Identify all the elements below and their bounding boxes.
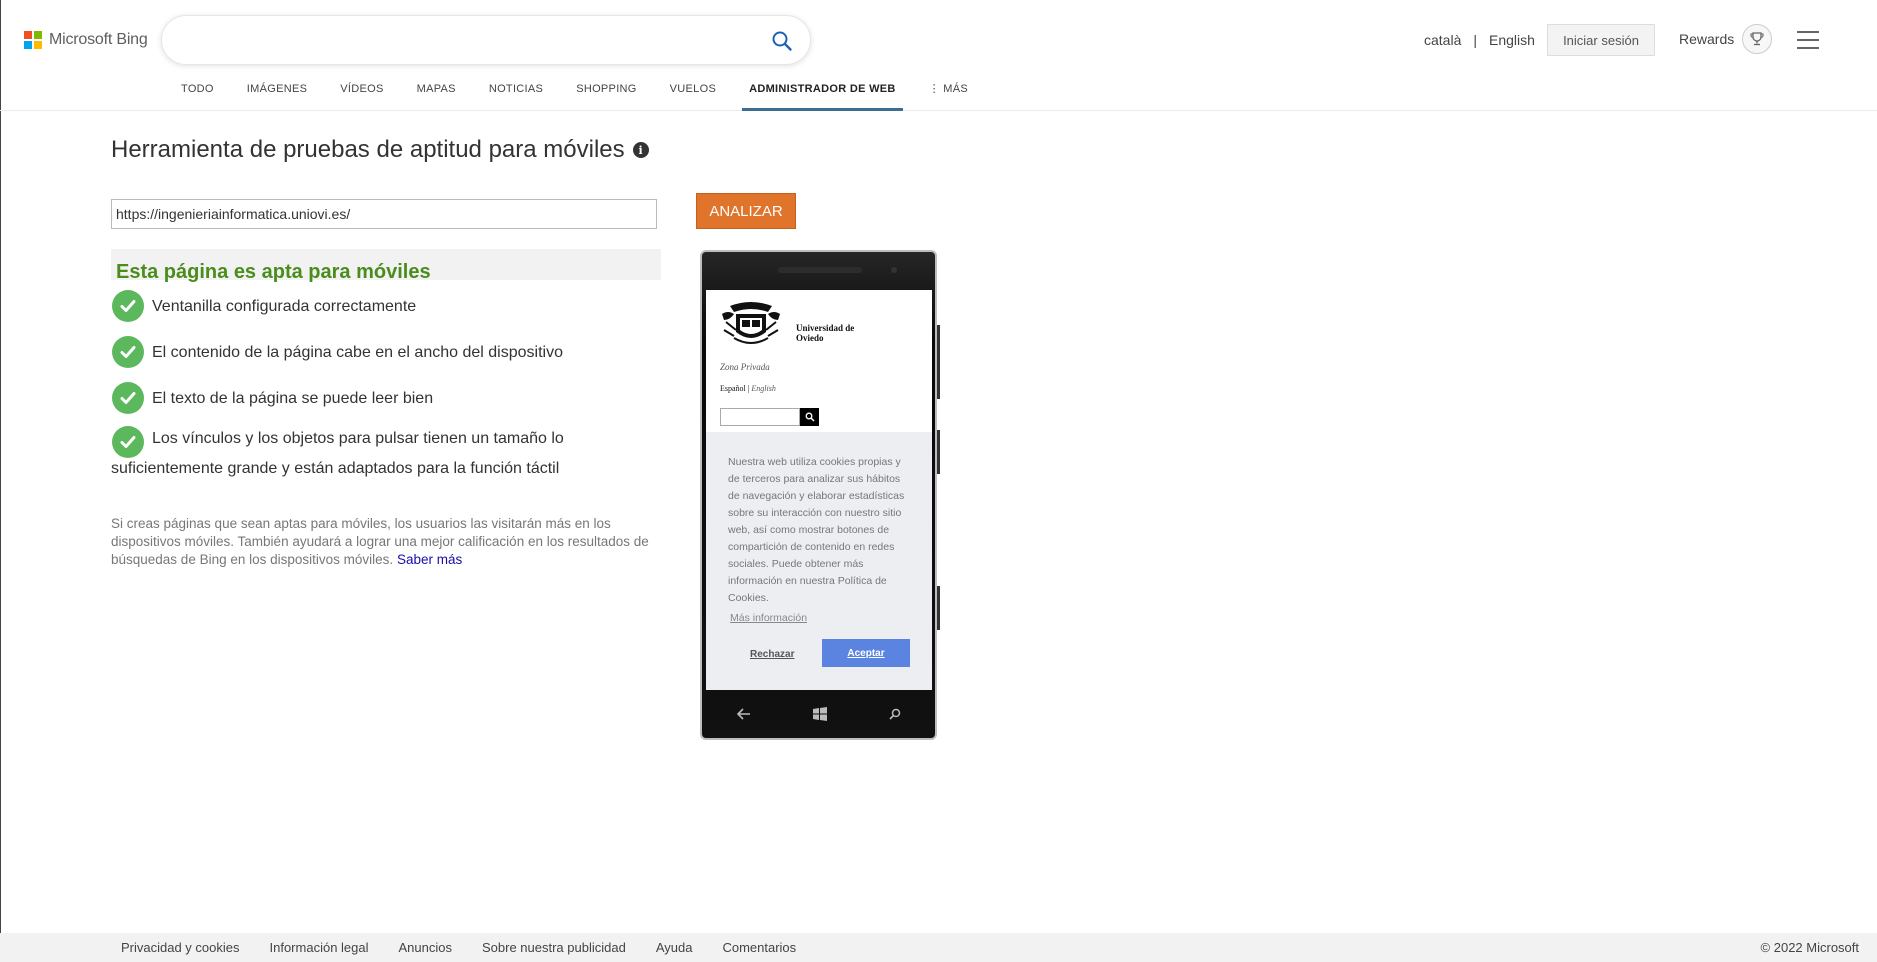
check-text: Los vínculos y los objetos para pulsar t… bbox=[111, 430, 564, 477]
footer-link-ads[interactable]: Anuncios bbox=[399, 940, 452, 955]
footer-link-privacy[interactable]: Privacidad y cookies bbox=[121, 940, 240, 955]
cookie-accept-button: Aceptar bbox=[822, 639, 910, 667]
footer-link-legal[interactable]: Información legal bbox=[270, 940, 369, 955]
phone-nav-bar bbox=[706, 692, 932, 736]
hamburger-menu-icon[interactable] bbox=[1797, 31, 1819, 49]
checkmark-icon bbox=[112, 382, 144, 414]
check-item: El texto de la página se puede leer bien bbox=[111, 382, 661, 414]
search-input[interactable] bbox=[182, 28, 742, 54]
bing-header: Microsoft Bing català | English Iniciar … bbox=[0, 0, 1877, 111]
search-scope-nav: TODO IMÁGENES VÍDEOS MAPAS NOTICIAS SHOP… bbox=[174, 82, 994, 111]
checkmark-icon bbox=[112, 426, 144, 458]
check-text: El texto de la página se puede leer bien bbox=[152, 390, 434, 407]
search-icon[interactable] bbox=[770, 29, 794, 53]
phone-screen: Universidad de Oviedo Zona Privada Españ… bbox=[706, 290, 932, 690]
phone-preview: Universidad de Oviedo Zona Privada Españ… bbox=[700, 250, 937, 740]
nav-tab-vuelos[interactable]: VUELOS bbox=[663, 82, 723, 111]
url-input[interactable] bbox=[111, 199, 657, 229]
phone-camera bbox=[891, 267, 897, 273]
bing-logo[interactable]: Microsoft Bing bbox=[24, 31, 148, 49]
footer-link-feedback[interactable]: Comentarios bbox=[722, 940, 796, 955]
university-crest-icon bbox=[722, 302, 780, 344]
page-title: Herramienta de pruebas de aptitud para m… bbox=[111, 136, 649, 164]
checkmark-icon bbox=[112, 290, 144, 322]
phone-speaker bbox=[778, 267, 862, 273]
search-box bbox=[161, 15, 811, 65]
lang-catalan-link[interactable]: català bbox=[1424, 32, 1461, 48]
phone-search-icon bbox=[889, 708, 901, 720]
nav-tab-more[interactable]: ⋮ MÁS bbox=[922, 82, 975, 111]
page-footer: Privacidad y cookies Información legal A… bbox=[0, 933, 1877, 962]
nav-tab-todo[interactable]: TODO bbox=[174, 82, 221, 111]
copyright: © 2022 Microsoft bbox=[1760, 940, 1859, 955]
mobile-friendly-note: Si creas páginas que sean aptas para móv… bbox=[111, 515, 661, 569]
lang-english-link[interactable]: English bbox=[1489, 32, 1535, 48]
nav-tab-noticias[interactable]: NOTICIAS bbox=[482, 82, 550, 111]
footer-links: Privacidad y cookies Información legal A… bbox=[121, 940, 796, 955]
preview-languages: Español | English bbox=[720, 384, 776, 393]
phone-side-button bbox=[937, 325, 940, 399]
check-item: Los vínculos y los objetos para pulsar t… bbox=[111, 426, 661, 480]
check-text: El contenido de la página cabe en el anc… bbox=[152, 344, 563, 361]
info-icon[interactable]: i bbox=[632, 142, 649, 158]
private-zone-link: Zona Privada bbox=[720, 362, 770, 372]
cookie-reject-link: Rechazar bbox=[750, 649, 795, 660]
preview-search-field bbox=[720, 408, 800, 426]
lang-separator: | bbox=[1473, 32, 1477, 48]
logo-text: Microsoft Bing bbox=[49, 31, 148, 48]
nav-tab-mapas[interactable]: MAPAS bbox=[410, 82, 463, 111]
result-heading: Esta página es apta para móviles bbox=[111, 249, 661, 282]
window-edge bbox=[0, 0, 1, 962]
nav-tab-shopping[interactable]: SHOPPING bbox=[569, 82, 643, 111]
analyze-button[interactable]: ANALIZAR bbox=[696, 193, 796, 229]
preview-search-icon bbox=[800, 408, 819, 426]
footer-link-help[interactable]: Ayuda bbox=[656, 940, 693, 955]
result-panel: Esta página es apta para móviles Ventani… bbox=[111, 249, 661, 480]
note-text: Si creas páginas que sean aptas para móv… bbox=[111, 516, 649, 567]
phone-side-button bbox=[937, 430, 940, 474]
university-name: Universidad de Oviedo bbox=[796, 323, 855, 343]
signin-button[interactable]: Iniciar sesión bbox=[1547, 24, 1655, 56]
nav-tab-imagenes[interactable]: IMÁGENES bbox=[240, 82, 314, 111]
check-item: Ventanilla configurada correctamente bbox=[111, 290, 661, 322]
cookie-text: Nuestra web utiliza cookies propias y de… bbox=[728, 456, 905, 604]
learn-more-link[interactable]: Saber más bbox=[397, 552, 462, 567]
nav-tab-webmaster[interactable]: ADMINISTRADOR DE WEB bbox=[742, 82, 903, 111]
rewards-button[interactable]: Rewards bbox=[1679, 24, 1773, 54]
trophy-icon bbox=[1742, 24, 1773, 54]
language-links: català | English bbox=[1424, 32, 1535, 48]
nav-tab-videos[interactable]: VÍDEOS bbox=[333, 82, 390, 111]
cookie-more-link: Más información bbox=[730, 612, 808, 624]
check-item: El contenido de la página cabe en el anc… bbox=[111, 336, 661, 368]
page-title-text: Herramienta de pruebas de aptitud para m… bbox=[111, 136, 625, 163]
checkmark-icon bbox=[112, 336, 144, 368]
preview-cookie-banner: Nuestra web utiliza cookies propias y de… bbox=[706, 432, 932, 690]
footer-link-about-ads[interactable]: Sobre nuestra publicidad bbox=[482, 940, 626, 955]
windows-logo-icon bbox=[813, 707, 827, 721]
rewards-label: Rewards bbox=[1679, 31, 1735, 47]
check-text: Ventanilla configurada correctamente bbox=[152, 298, 417, 315]
microsoft-logo-icon bbox=[24, 31, 42, 49]
back-arrow-icon bbox=[737, 708, 750, 720]
phone-side-button bbox=[937, 586, 940, 630]
